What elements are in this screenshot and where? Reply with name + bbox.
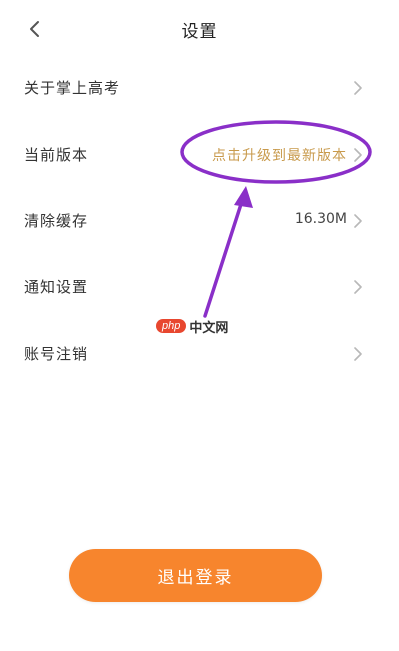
settings-row-about[interactable]: 关于掌上高考 xyxy=(0,66,399,110)
page-title: 设置 xyxy=(181,22,218,42)
upgrade-link[interactable]: 点击升级到最新版本 xyxy=(212,145,347,165)
chevron-right-icon xyxy=(354,148,362,162)
settings-row-delete-account[interactable]: 账号注销 xyxy=(0,332,399,376)
chevron-right-icon xyxy=(354,81,362,95)
top-bar: 设置 xyxy=(0,0,399,60)
cache-size: 16.30M xyxy=(294,211,347,227)
logout-button[interactable]: 退出登录 xyxy=(69,549,322,602)
chevron-right-icon xyxy=(354,347,362,361)
settings-row-version[interactable]: 当前版本 点击升级到最新版本 xyxy=(0,133,399,177)
watermark-text: 中文网 xyxy=(189,320,229,336)
settings-row-label: 清除缓存 xyxy=(24,212,89,230)
settings-row-clear-cache[interactable]: 清除缓存 16.30M xyxy=(0,199,399,243)
settings-row-notifications[interactable]: 通知设置 xyxy=(0,265,399,309)
chevron-right-icon xyxy=(354,280,362,294)
watermark-logo: php xyxy=(156,319,187,333)
chevron-right-icon xyxy=(354,214,362,228)
settings-row-label: 账号注销 xyxy=(24,345,89,363)
watermark: php 中文网 xyxy=(156,316,228,336)
settings-row-label: 通知设置 xyxy=(24,278,89,296)
settings-row-label: 当前版本 xyxy=(24,146,89,164)
settings-row-label: 关于掌上高考 xyxy=(24,79,121,97)
